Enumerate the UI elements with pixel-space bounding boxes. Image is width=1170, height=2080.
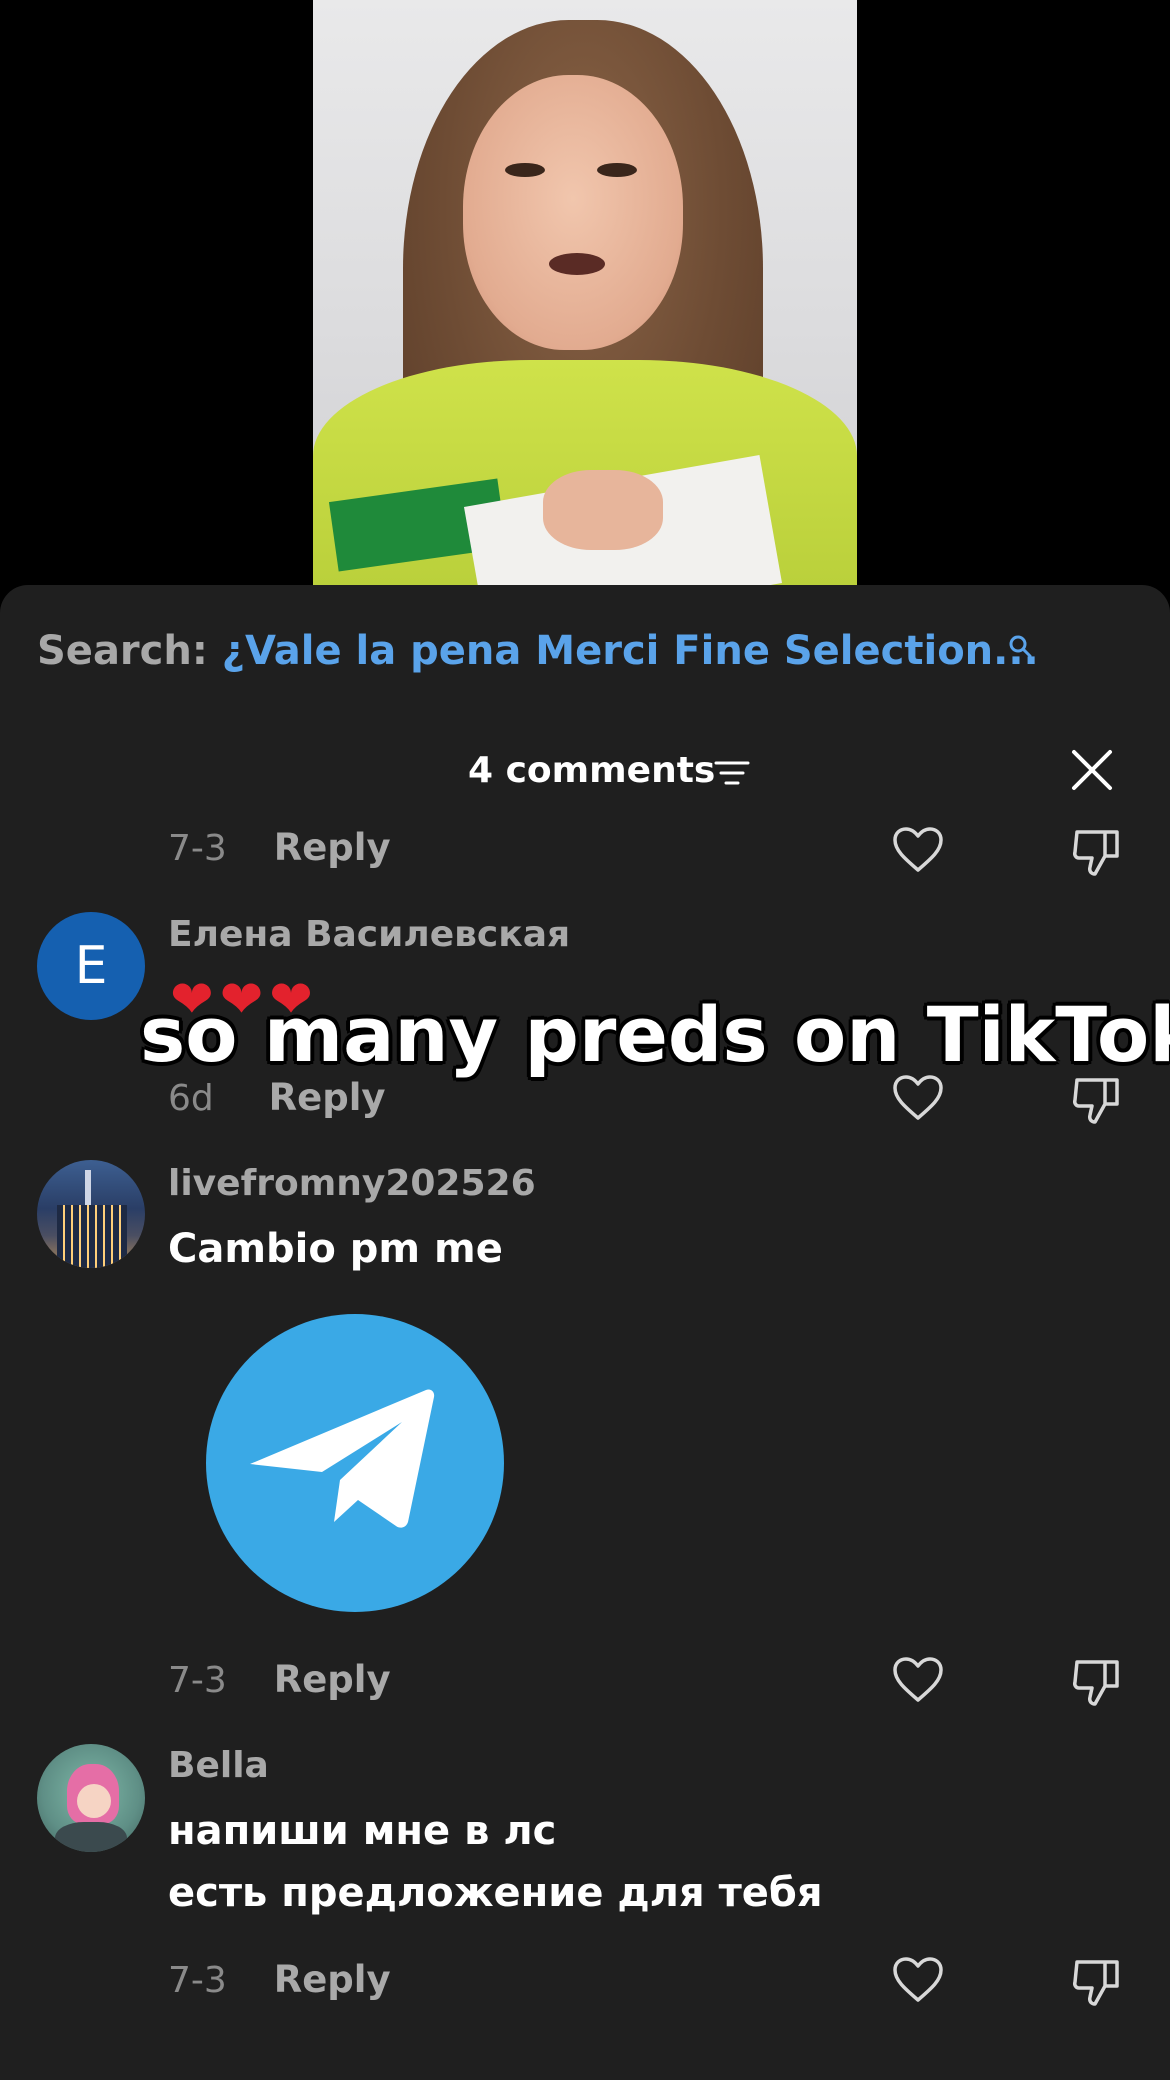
comment-text-line: есть предложение для тебя: [168, 1870, 823, 1916]
avatar-body: [55, 1822, 127, 1852]
reply-button[interactable]: Reply: [269, 1076, 386, 1119]
comments-count-title: 4 comments: [468, 750, 716, 791]
search-suggestion[interactable]: Search: ¿Vale la pena Merci Fine Selecti…: [37, 628, 1039, 674]
avatar[interactable]: [37, 1160, 145, 1268]
comment-meta: 7-3 Reply: [168, 826, 391, 869]
video-frame-eye: [505, 163, 545, 177]
video-caption-overlay: so many preds on TikTok: [140, 990, 1170, 1079]
avatar[interactable]: E: [37, 912, 145, 1020]
sort-filter-icon[interactable]: [714, 758, 750, 788]
avatar-letter: E: [74, 936, 108, 996]
dislike-icon[interactable]: [1071, 826, 1123, 878]
video-frame-eye: [597, 163, 637, 177]
video-player[interactable]: [313, 0, 857, 590]
search-icon[interactable]: [1008, 634, 1032, 658]
heart-icon[interactable]: [892, 1956, 944, 2004]
avatar-city: [57, 1205, 127, 1268]
comment-meta: 7-3 Reply: [168, 1958, 391, 2001]
heart-icon[interactable]: [892, 826, 944, 874]
comment-date: 7-3: [168, 1660, 227, 1701]
comment-meta: 7-3 Reply: [168, 1658, 391, 1701]
heart-icon[interactable]: [892, 1656, 944, 1704]
reply-button[interactable]: Reply: [274, 1658, 391, 1701]
video-frame-mouth: [549, 253, 605, 275]
reply-button[interactable]: Reply: [274, 1958, 391, 2001]
search-label: Search:: [37, 628, 208, 674]
comment-username[interactable]: Елена Василевская: [168, 914, 570, 955]
dislike-icon[interactable]: [1071, 1956, 1123, 2008]
reply-button[interactable]: Reply: [274, 826, 391, 869]
comment-date: 7-3: [168, 828, 227, 869]
comment-meta: 6d Reply: [168, 1076, 386, 1119]
comment-username[interactable]: Bella: [168, 1745, 269, 1786]
avatar-face: [77, 1784, 111, 1818]
dislike-icon[interactable]: [1071, 1656, 1123, 1708]
comment-text: Cambio pm me: [168, 1226, 503, 1272]
close-icon[interactable]: [1070, 748, 1114, 792]
comment-username[interactable]: livefromny202526: [168, 1163, 536, 1204]
heart-icon[interactable]: [892, 1074, 944, 1122]
video-frame-hand: [543, 470, 663, 550]
dislike-icon[interactable]: [1071, 1074, 1123, 1126]
comment-date: 7-3: [168, 1960, 227, 2001]
comment-text-line: напиши мне в лс: [168, 1808, 557, 1854]
comment-date: 6d: [168, 1078, 214, 1119]
video-frame-face: [463, 75, 683, 350]
search-query-link[interactable]: ¿Vale la pena Merci Fine Selection...: [222, 628, 1039, 674]
avatar[interactable]: [37, 1744, 145, 1852]
telegram-logo-image[interactable]: [206, 1314, 504, 1612]
